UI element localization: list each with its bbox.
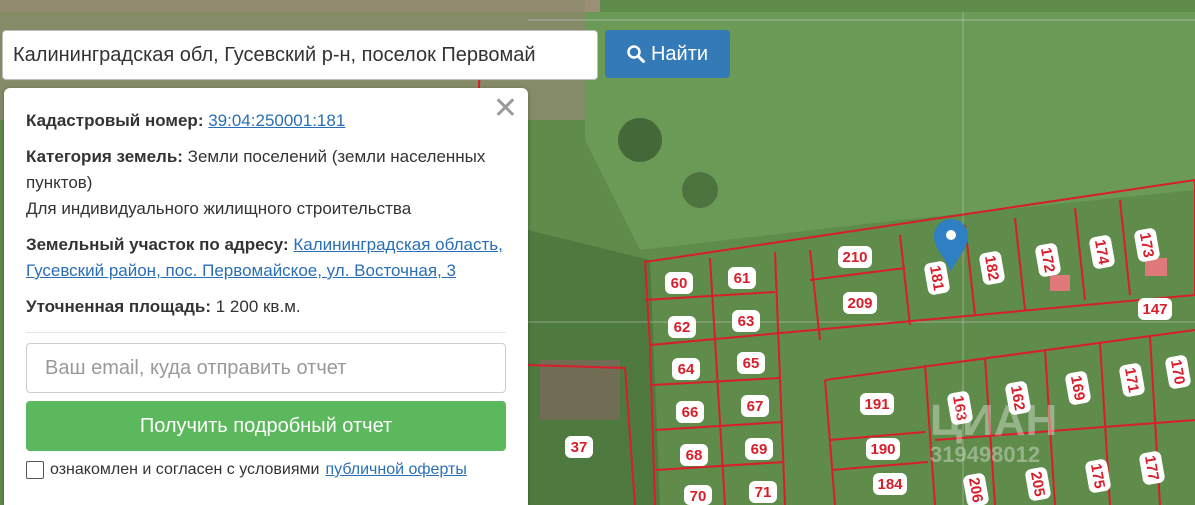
info-panel: ✕ Кадастровый номер: 39:04:250001:181 Ка… xyxy=(4,88,528,505)
get-report-button[interactable]: Получить подробный отчет xyxy=(26,401,506,451)
search-button-label: Найти xyxy=(650,42,709,65)
offer-link[interactable]: публичной оферты xyxy=(325,457,466,483)
agree-checkbox[interactable] xyxy=(26,461,44,479)
plot-label-69[interactable]: 69 xyxy=(745,438,773,460)
category-row: Категория земель: Земли поселений (земли… xyxy=(26,144,506,222)
svg-text:61: 61 xyxy=(734,270,751,287)
svg-text:68: 68 xyxy=(686,447,703,464)
agree-text: ознакомлен и согласен с условиями xyxy=(50,461,320,478)
svg-text:66: 66 xyxy=(682,404,699,421)
cadastral-number-link[interactable]: 39:04:250001:181 xyxy=(208,111,345,130)
address-label: Земельный участок по адресу: xyxy=(26,235,289,254)
plot-label-184[interactable]: 184 xyxy=(873,473,907,495)
watermark-id: 319498012 xyxy=(930,442,1040,467)
plot-label-70[interactable]: 70 xyxy=(684,485,712,505)
close-icon[interactable]: ✕ xyxy=(493,94,518,124)
svg-text:64: 64 xyxy=(678,361,695,378)
svg-text:62: 62 xyxy=(674,319,691,336)
plot-label-209[interactable]: 209 xyxy=(843,292,877,314)
plot-label-68[interactable]: 68 xyxy=(680,444,708,466)
email-field[interactable]: Ваш email, куда отправить отчет xyxy=(26,343,506,393)
plot-label-63[interactable]: 63 xyxy=(732,310,760,332)
search-button[interactable]: Найти xyxy=(605,30,730,78)
svg-text:209: 209 xyxy=(847,295,872,312)
plot-label-67[interactable]: 67 xyxy=(741,395,769,417)
svg-text:71: 71 xyxy=(755,484,772,501)
plot-label-37[interactable]: 37 xyxy=(565,436,593,458)
plot-label-71[interactable]: 71 xyxy=(749,481,777,503)
svg-text:37: 37 xyxy=(571,439,588,456)
svg-text:63: 63 xyxy=(738,313,755,330)
svg-text:147: 147 xyxy=(1142,301,1167,318)
watermark: ЦИАН 319498012 xyxy=(930,396,1057,467)
agree-row: ознакомлен и согласен с условиями публич… xyxy=(26,457,506,483)
plot-label-60[interactable]: 60 xyxy=(665,272,693,294)
plot-label-61[interactable]: 61 xyxy=(728,267,756,289)
svg-text:67: 67 xyxy=(747,398,764,415)
plot-label-210[interactable]: 210 xyxy=(838,246,872,268)
usage-value: Для индивидуального жилищного строительс… xyxy=(26,199,412,218)
cadastral-row: Кадастровый номер: 39:04:250001:181 xyxy=(26,108,506,134)
address-row: Земельный участок по адресу: Калининград… xyxy=(26,232,506,284)
watermark-text: ЦИАН xyxy=(930,396,1057,445)
svg-text:70: 70 xyxy=(690,488,707,505)
plot-label-147[interactable]: 147 xyxy=(1138,298,1172,320)
plot-label-62[interactable]: 62 xyxy=(668,316,696,338)
cadastral-label: Кадастровый номер: xyxy=(26,111,204,130)
plot-label-64[interactable]: 64 xyxy=(672,358,700,380)
divider xyxy=(26,332,506,333)
svg-text:69: 69 xyxy=(751,441,768,458)
svg-text:65: 65 xyxy=(743,355,760,372)
search-icon xyxy=(627,45,645,63)
svg-text:191: 191 xyxy=(864,396,889,413)
plot-label-66[interactable]: 66 xyxy=(676,401,704,423)
area-label: Уточненная площадь: xyxy=(26,297,211,316)
area-value: 1 200 кв.м. xyxy=(215,297,301,316)
svg-text:60: 60 xyxy=(671,275,688,292)
category-label: Категория земель: xyxy=(26,147,183,166)
svg-text:190: 190 xyxy=(870,441,895,458)
plot-label-191[interactable]: 191 xyxy=(860,393,894,415)
plot-label-190[interactable]: 190 xyxy=(866,438,900,460)
plot-label-65[interactable]: 65 xyxy=(737,352,765,374)
svg-text:210: 210 xyxy=(842,249,867,266)
svg-text:184: 184 xyxy=(877,476,903,493)
area-row: Уточненная площадь: 1 200 кв.м. xyxy=(26,294,506,320)
search-input[interactable]: Калининградская обл, Гусевский р-н, посе… xyxy=(2,30,598,80)
